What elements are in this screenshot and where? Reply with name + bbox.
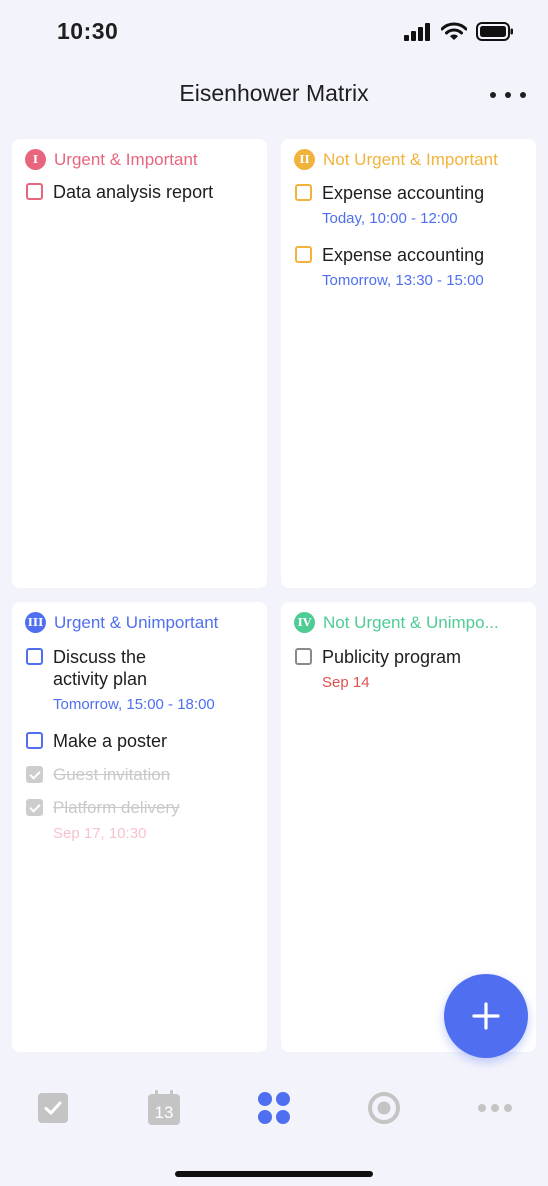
more-options-button[interactable] [490,84,526,106]
tab-more[interactable] [465,1078,525,1138]
task-check-icon [38,1093,68,1123]
plus-icon [472,1002,500,1030]
status-time: 10:30 [57,18,119,44]
task-checkbox[interactable] [26,183,43,200]
task-title[interactable]: Expense accounting [322,182,484,204]
quadrant-title: Not Urgent & Unimpo... [323,612,499,632]
quadrant-header: I Urgent & Important [25,149,198,170]
quadrant-urgent-unimportant[interactable]: III Urgent & Unimportant Discuss the act… [12,602,267,1052]
task-date: Tomorrow, 15:00 - 18:00 [53,696,215,713]
task-title[interactable]: Make a poster [53,730,167,752]
task-date: Tomorrow, 13:30 - 15:00 [322,272,484,289]
tab-matrix[interactable] [244,1078,304,1138]
svg-text:13: 13 [155,1103,174,1122]
task-item[interactable]: Make a poster [26,730,261,752]
task-date: Sep 14 [322,674,370,691]
task-checkbox[interactable] [295,184,312,201]
task-title[interactable]: Data analysis report [53,181,213,203]
quadrant-badge-icon: I [25,149,46,170]
quadrant-badge-icon: IV [294,612,315,633]
quadrant-title: Urgent & Important [54,149,198,169]
home-indicator [175,1171,373,1177]
task-item-completed[interactable]: Guest invitation [26,764,261,786]
quadrant-urgent-important[interactable]: I Urgent & Important Data analysis repor… [12,139,267,588]
page-title: Eisenhower Matrix [179,80,369,106]
tab-tasks[interactable] [23,1078,83,1138]
quadrant-badge-icon: II [294,149,315,170]
task-checkbox[interactable] [26,732,43,749]
focus-circle-icon [368,1092,400,1124]
task-item[interactable]: Publicity program Sep 14 [295,646,530,691]
more-dots-icon [478,1104,512,1112]
quadrant-header: II Not Urgent & Important [294,149,498,170]
add-task-button[interactable] [444,974,528,1058]
task-title[interactable]: Discuss the activity plan [53,646,147,690]
task-title[interactable]: Platform delivery [53,797,180,819]
task-checkbox[interactable] [26,648,43,665]
ellipsis-icon [490,92,496,98]
tab-bar: 13 [0,1078,548,1138]
calendar-icon: 13 [148,1090,180,1125]
status-bar: 10:30 [0,0,548,62]
quadrant-header: IV Not Urgent & Unimpo... [294,612,499,633]
task-title[interactable]: Guest invitation [53,764,170,786]
header: Eisenhower Matrix [0,70,548,120]
task-item-completed[interactable]: Platform delivery Sep 17, 10:30 [26,797,261,842]
task-checkbox[interactable] [295,246,312,263]
task-checkbox-checked[interactable] [26,799,43,816]
task-checkbox-checked[interactable] [26,766,43,783]
battery-icon [476,22,513,41]
wifi-icon [441,22,467,40]
task-checkbox[interactable] [295,648,312,665]
quadrant-title: Urgent & Unimportant [54,612,219,632]
task-date: Sep 17, 10:30 [53,825,147,842]
task-item[interactable]: Expense accounting Today, 10:00 - 12:00 [295,182,530,227]
task-title[interactable]: Expense accounting [322,244,484,266]
task-title[interactable]: Publicity program [322,646,461,668]
tab-calendar[interactable]: 13 [134,1078,194,1138]
status-icons [404,22,514,41]
task-item[interactable]: Expense accounting Tomorrow, 13:30 - 15:… [295,244,530,289]
task-date: Today, 10:00 - 12:00 [322,210,458,227]
quadrant-not-urgent-important[interactable]: II Not Urgent & Important Expense accoun… [281,139,536,588]
cellular-signal-icon [404,22,430,41]
quadrant-header: III Urgent & Unimportant [25,612,218,633]
quadrant-badge-icon: III [25,612,46,633]
tab-focus[interactable] [354,1078,414,1138]
task-item[interactable]: Data analysis report [26,181,261,203]
task-item[interactable]: Discuss the activity plan Tomorrow, 15:0… [26,646,261,713]
quadrant-title: Not Urgent & Important [323,149,498,169]
matrix-grid-icon [258,1092,290,1124]
